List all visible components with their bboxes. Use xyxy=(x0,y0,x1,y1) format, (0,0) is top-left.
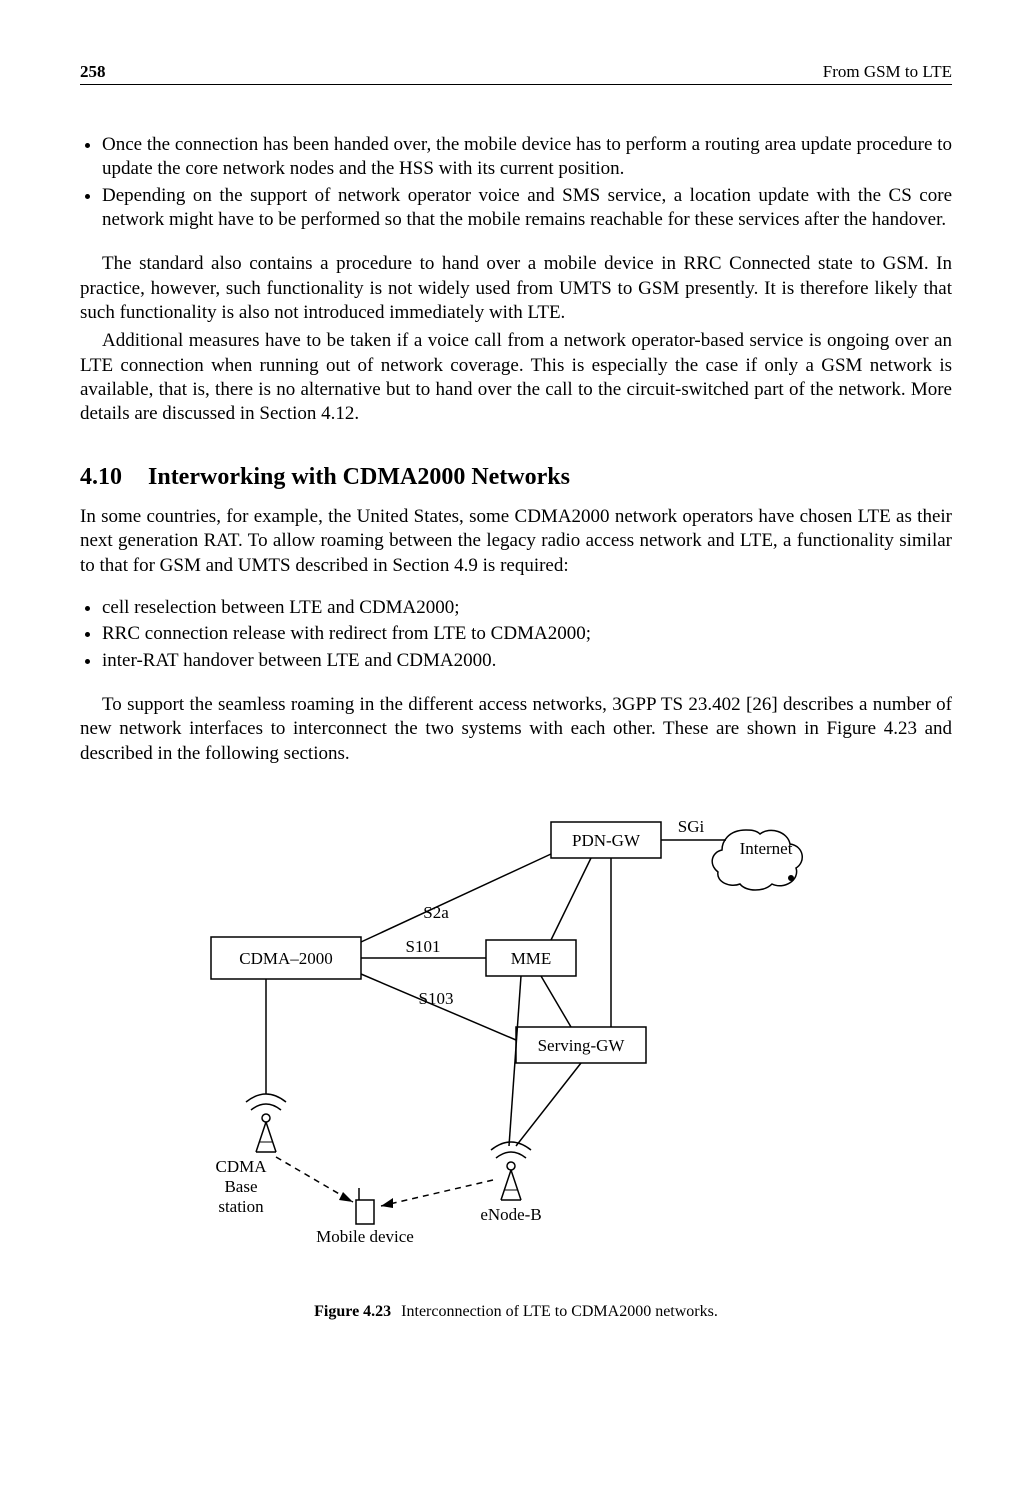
paragraph: The standard also contains a procedure t… xyxy=(80,252,952,325)
node-mme: MME xyxy=(511,949,552,968)
cdma-bs-label-1: CDMA xyxy=(215,1157,267,1176)
list-item: RRC connection release with redirect fro… xyxy=(102,622,952,646)
section-title: Interworking with CDMA2000 Networks xyxy=(148,464,570,490)
figure-caption-text: Interconnection of LTE to CDMA2000 netwo… xyxy=(401,1303,718,1320)
network-diagram: PDN-GW Internet SGi CDMA–2000 MME Servin… xyxy=(181,802,851,1272)
section-heading: 4.10 Interworking with CDMA2000 Networks xyxy=(80,462,952,493)
figure-label: Figure 4.23 xyxy=(314,1303,391,1320)
paragraph: In some countries, for example, the Unit… xyxy=(80,505,952,578)
running-head: From GSM to LTE xyxy=(823,62,952,82)
list-item: inter-RAT handover between LTE and CDMA2… xyxy=(102,649,952,673)
link-s101: S101 xyxy=(406,937,441,956)
node-enodeb: eNode-B xyxy=(480,1205,541,1224)
link-s2a: S2a xyxy=(423,903,449,922)
node-mobile: Mobile device xyxy=(316,1227,414,1246)
page-number: 258 xyxy=(80,62,106,82)
node-pdn-gw: PDN-GW xyxy=(572,831,641,850)
paragraph: To support the seamless roaming in the d… xyxy=(80,693,952,766)
list-item: Depending on the support of network oper… xyxy=(102,184,952,233)
paragraph: Additional measures have to be taken if … xyxy=(80,329,952,426)
bullet-list-section: cell reselection between LTE and CDMA200… xyxy=(80,596,952,673)
enodeb-icon xyxy=(491,1142,531,1200)
bullet-list-top: Once the connection has been handed over… xyxy=(80,133,952,232)
page-header: 258 From GSM to LTE xyxy=(80,62,952,85)
node-cdma2000: CDMA–2000 xyxy=(239,949,333,968)
page: 258 From GSM to LTE Once the connection … xyxy=(0,0,1032,1500)
list-item: Once the connection has been handed over… xyxy=(102,133,952,182)
mobile-device-icon xyxy=(356,1188,374,1224)
node-internet: Internet xyxy=(740,839,793,858)
figure-caption: Figure 4.23 Interconnection of LTE to CDM… xyxy=(314,1302,718,1322)
link-s103: S103 xyxy=(419,989,454,1008)
cdma-base-station-icon xyxy=(246,1094,286,1152)
body-text: Once the connection has been handed over… xyxy=(80,133,952,1322)
figure: PDN-GW Internet SGi CDMA–2000 MME Servin… xyxy=(80,802,952,1322)
node-serving-gw: Serving-GW xyxy=(538,1036,626,1055)
cdma-bs-label-3: station xyxy=(218,1197,264,1216)
link-sgi: SGi xyxy=(678,817,705,836)
list-item: cell reselection between LTE and CDMA200… xyxy=(102,596,952,620)
section-number: 4.10 xyxy=(80,464,122,490)
cdma-bs-label-2: Base xyxy=(224,1177,257,1196)
